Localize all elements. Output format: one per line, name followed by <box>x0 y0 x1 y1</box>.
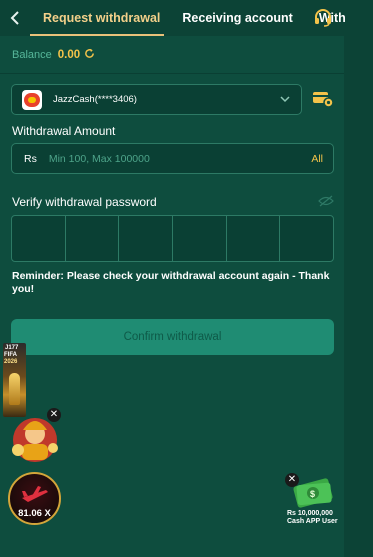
password-digit-4[interactable] <box>173 216 227 261</box>
chevron-left-icon <box>10 11 19 25</box>
back-button[interactable] <box>0 0 30 36</box>
card-settings-icon[interactable] <box>312 90 334 108</box>
top-nav-bar: Request withdrawal Receiving account Wit… <box>0 0 373 36</box>
chevron-down-icon <box>280 96 290 103</box>
all-amount-button[interactable]: All <box>311 153 323 165</box>
headset-icon <box>315 9 331 27</box>
aviator-promo-icon[interactable]: 81.06 X <box>8 472 61 525</box>
password-digit-2[interactable] <box>66 216 120 261</box>
verify-password-label: Verify withdrawal password <box>12 195 157 209</box>
currency-label: Rs <box>24 152 37 165</box>
cash-prize-text: Rs 10,000,000 <box>287 510 333 517</box>
eye-closed-icon[interactable] <box>318 195 334 207</box>
close-cash-promo-button[interactable]: ✕ <box>285 473 299 487</box>
trophy-icon <box>9 373 20 405</box>
reminder-text: Reminder: Please check your withdrawal a… <box>12 270 330 295</box>
tab-receiving-account[interactable]: Receiving account <box>182 0 292 36</box>
refresh-icon[interactable] <box>84 48 95 62</box>
amount-input[interactable] <box>48 152 279 165</box>
password-digit-3[interactable] <box>119 216 174 261</box>
customer-support-button[interactable] <box>311 6 335 30</box>
account-name: JazzCash(****3406) <box>53 94 137 105</box>
aviator-multiplier: 81.06 X <box>18 508 51 519</box>
cash-app-user-text: Cash APP User <box>287 518 338 525</box>
tab-request-withdrawal[interactable]: Request withdrawal <box>30 0 165 36</box>
airplane-icon <box>22 486 48 502</box>
jazzcash-logo-icon <box>22 89 42 110</box>
withdrawal-amount-label: Withdrawal Amount <box>12 124 116 138</box>
fifa-promo-banner[interactable]: J177 FIFA 2026 <box>3 343 26 417</box>
password-input-group <box>11 215 334 262</box>
password-digit-1[interactable] <box>12 216 66 261</box>
close-game-promo-button[interactable]: ✕ <box>47 408 61 422</box>
confirm-withdrawal-button[interactable]: Confirm withdrawal <box>11 319 334 355</box>
fifa-year-text: 2026 <box>4 359 18 365</box>
fifa-brand-text: J177 <box>5 345 19 351</box>
password-digit-6[interactable] <box>280 216 333 261</box>
password-digit-5[interactable] <box>227 216 281 261</box>
balance-value: 0.00 <box>57 48 81 61</box>
withdrawal-account-select[interactable]: JazzCash(****3406) <box>11 84 302 115</box>
balance-label: Balance <box>12 48 52 61</box>
right-edge-panel <box>344 0 373 557</box>
fifa-title-text: FIFA <box>4 352 17 358</box>
withdrawal-amount-field: Rs All <box>11 143 334 174</box>
balance-row: Balance 0.00 <box>0 36 344 74</box>
svg-text:$: $ <box>310 489 315 499</box>
